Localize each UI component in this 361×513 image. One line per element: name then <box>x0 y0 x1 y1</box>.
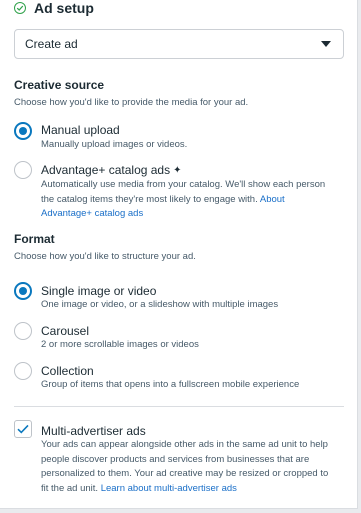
format-title: Format <box>14 232 55 246</box>
section-header: Ad setup <box>14 0 94 16</box>
about-link[interactable]: About <box>260 194 285 205</box>
advantage-catalog-link[interactable]: Advantage+ catalog ads <box>41 207 346 222</box>
radio-manual-upload[interactable] <box>14 122 32 140</box>
option-description-single-image-video: One image or video, or a slideshow with … <box>41 299 279 310</box>
option-label-single-image-video[interactable]: Single image or video <box>41 284 156 298</box>
radio-single-image-video[interactable] <box>14 282 32 300</box>
learn-multi-advertiser-link[interactable]: Learn about multi-advertiser ads <box>101 483 237 494</box>
option-description-collection: Group of items that opens into a fullscr… <box>41 379 300 390</box>
ad-type-select[interactable]: Create ad <box>14 29 344 59</box>
option-description-advantage-catalog: Automatically use media from your catalo… <box>41 178 346 222</box>
multi-advertiser-checkbox[interactable] <box>14 420 32 438</box>
option-description-carousel: 2 or more scrollable images or videos <box>41 339 199 350</box>
ad-type-select-value: Create ad <box>25 37 78 51</box>
creative-source-title: Creative source <box>14 78 105 92</box>
multi-advertiser-description: Your ads can appear alongside other ads … <box>41 438 351 496</box>
option-advantage-catalog[interactable]: Advantage+ catalog ads ✦ <box>41 163 182 177</box>
radio-advantage-catalog[interactable] <box>14 161 32 179</box>
section-title: Ad setup <box>34 0 94 16</box>
sparkle-icon: ✦ <box>173 164 182 176</box>
description-line: people discover products and services fr… <box>41 453 310 465</box>
radio-carousel[interactable] <box>14 322 32 340</box>
radio-collection[interactable] <box>14 362 32 380</box>
option-label-manual-upload[interactable]: Manual upload <box>41 123 120 137</box>
option-label-advantage-catalog: Advantage+ catalog ads <box>41 163 171 177</box>
description-line: Your ads can appear alongside other ads … <box>41 439 328 450</box>
multi-advertiser-label[interactable]: Multi-advertiser ads <box>41 424 146 438</box>
divider <box>14 406 344 407</box>
description-line: Automatically use media from your catalo… <box>41 179 326 190</box>
description-line: the catalog items they're most likely to… <box>41 193 258 205</box>
caret-down-icon <box>321 41 331 47</box>
creative-source-description: Choose how you'd like to provide the med… <box>14 97 249 108</box>
checkmark-icon <box>17 424 29 434</box>
option-label-carousel[interactable]: Carousel <box>41 324 89 338</box>
option-label-collection[interactable]: Collection <box>41 364 94 378</box>
description-line: personalized to them. Your ad creative m… <box>41 468 329 479</box>
check-circle-icon <box>14 2 26 14</box>
ad-setup-panel: Ad setup Create ad Creative source Choos… <box>0 0 358 509</box>
description-line-with-link: fit the ad unit. Learn about multi-adver… <box>41 482 351 497</box>
description-line: fit the ad unit. <box>41 482 99 494</box>
option-description-manual-upload: Manually upload images or videos. <box>41 139 188 150</box>
format-description: Choose how you'd like to structure your … <box>14 251 196 262</box>
description-line-with-link: the catalog items they're most likely to… <box>41 193 346 208</box>
